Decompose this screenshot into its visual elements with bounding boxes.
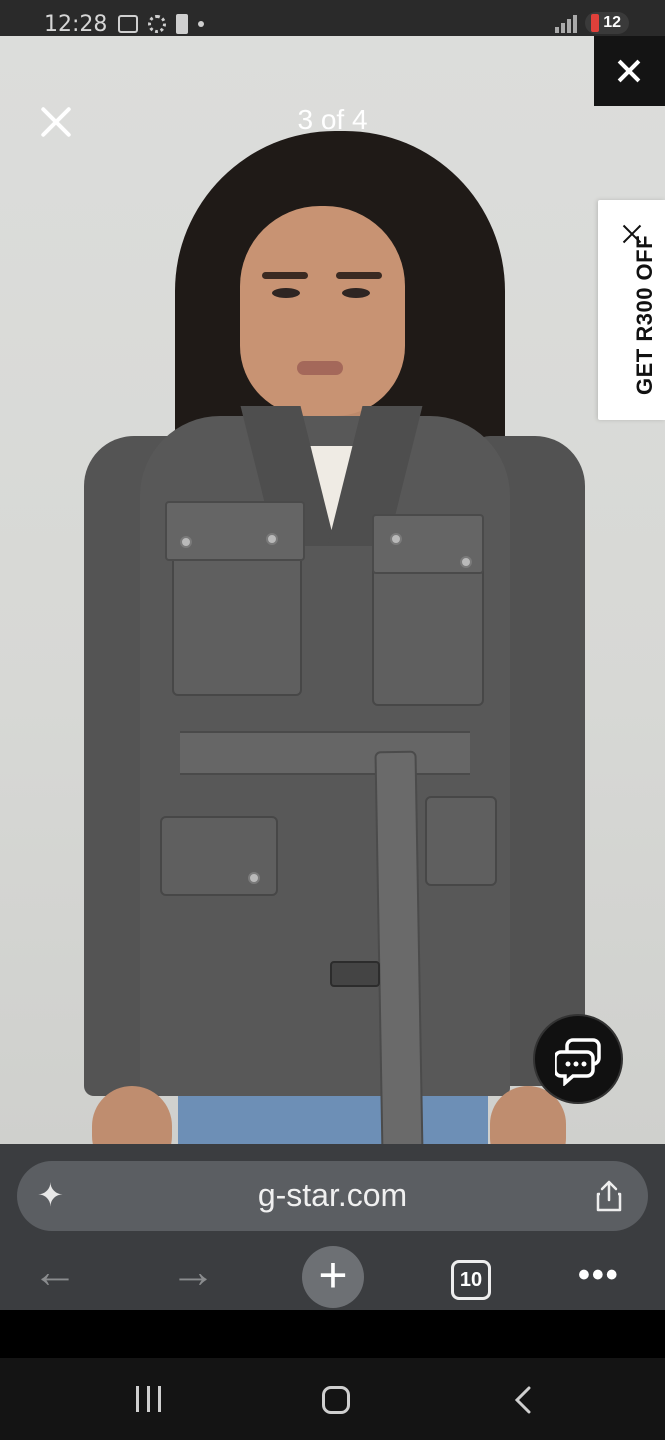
belt-buckle (330, 961, 380, 987)
arrow-left-icon[interactable]: ← (32, 1248, 78, 1294)
battery-indicator: 12 (585, 12, 629, 34)
button-dot (266, 533, 278, 545)
model-brow-right (336, 272, 382, 279)
hip-pocket-left (160, 816, 278, 896)
url-text[interactable]: g-star.com (17, 1177, 648, 1214)
model-eye-left (272, 288, 300, 298)
plus-icon: + (318, 1247, 348, 1303)
button-dot (180, 536, 192, 548)
home-icon[interactable] (322, 1386, 350, 1414)
promo-tab[interactable]: GET R300 OFF (598, 200, 665, 420)
status-system-icons: 12 (555, 12, 629, 34)
recent-apps-icon[interactable] (136, 1386, 161, 1412)
screenshot-icon (118, 15, 138, 33)
close-overlay-button[interactable] (594, 36, 665, 106)
product-image[interactable] (0, 36, 665, 1146)
share-icon[interactable] (594, 1179, 624, 1213)
system-navigation-bar (0, 1358, 665, 1440)
image-counter: 3 of 4 (297, 104, 368, 135)
button-dot (390, 533, 402, 545)
model-face (240, 206, 405, 416)
new-tab-button[interactable]: + (302, 1246, 364, 1308)
button-dot (248, 872, 260, 884)
promo-label[interactable]: GET R300 OFF (632, 235, 658, 395)
settings-icon (148, 15, 166, 33)
model-lips (297, 361, 343, 375)
battery-saver-icon (176, 14, 188, 34)
browser-nav-row: ← → + 10 ••• (0, 1244, 665, 1310)
chat-button[interactable] (533, 1014, 623, 1104)
browser-toolbar: ✦ g-star.com ← → + 10 ••• (0, 1144, 665, 1310)
arrow-right-icon[interactable]: → (170, 1248, 216, 1294)
hip-pocket-right (425, 796, 497, 886)
status-notification-icons (118, 14, 204, 34)
model-brow-left (262, 272, 308, 279)
address-bar[interactable]: ✦ g-star.com (17, 1161, 648, 1231)
belt-tail (374, 750, 424, 1146)
status-time: 12:28 (44, 12, 108, 37)
back-icon[interactable] (512, 1386, 532, 1414)
notification-dot-icon (198, 21, 204, 27)
chat-bubbles-icon (555, 1038, 601, 1086)
button-dot (460, 556, 472, 568)
tabs-button[interactable]: 10 (451, 1260, 491, 1300)
chest-pocket-flap-left (165, 501, 305, 561)
signal-icon (555, 13, 578, 33)
tab-count: 10 (459, 1269, 483, 1291)
jacket-belt (180, 731, 470, 775)
battery-level: 12 (603, 14, 621, 31)
more-horizontal-icon[interactable]: ••• (578, 1258, 620, 1292)
spacer (0, 1310, 665, 1358)
battery-icon (591, 14, 600, 32)
model-eye-right (342, 288, 370, 298)
